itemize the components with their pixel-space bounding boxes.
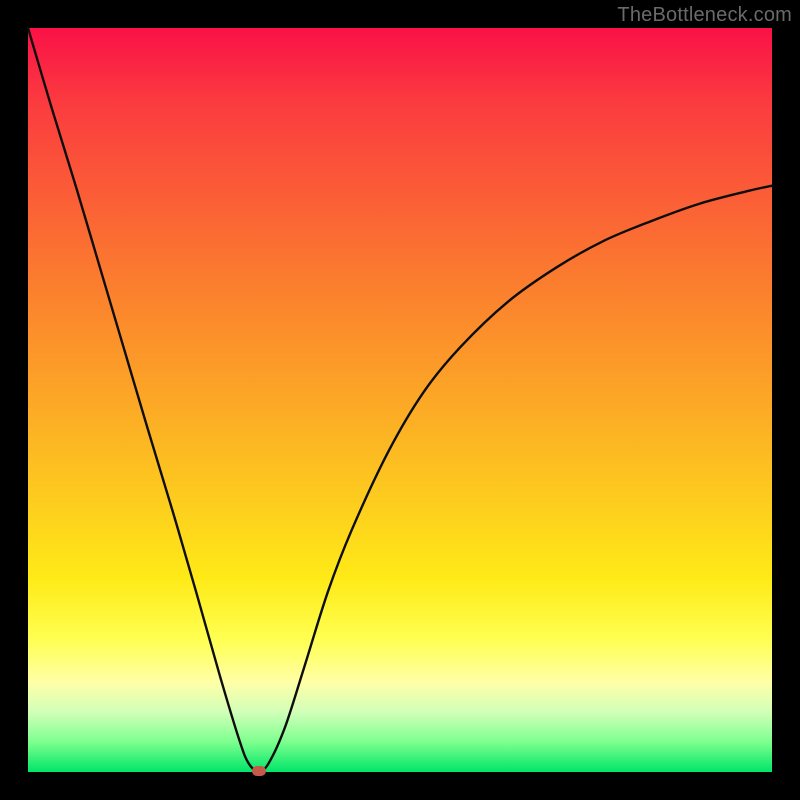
plot-area bbox=[28, 28, 772, 772]
chart-frame: TheBottleneck.com bbox=[0, 0, 800, 800]
bottleneck-curve bbox=[28, 28, 772, 772]
watermark-text: TheBottleneck.com bbox=[617, 4, 792, 27]
minimum-marker bbox=[252, 766, 266, 776]
